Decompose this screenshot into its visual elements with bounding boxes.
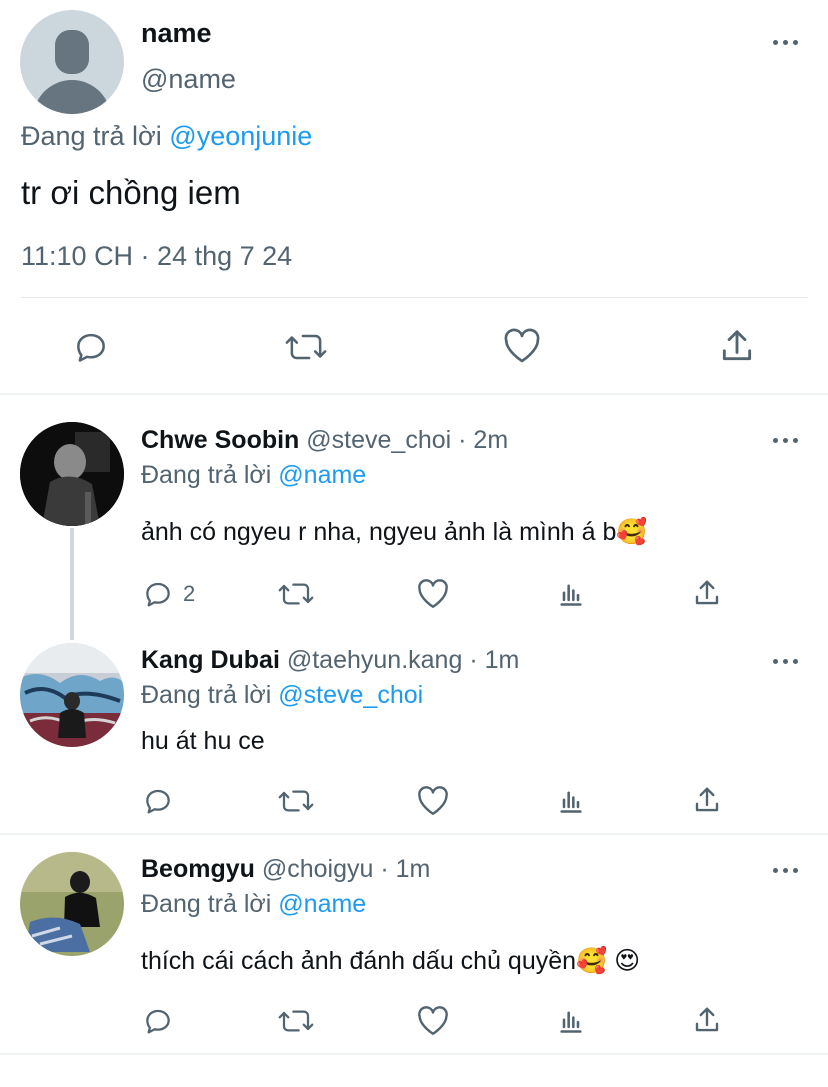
reply-icon[interactable] (142, 785, 174, 817)
replying-to-link[interactable]: @name (278, 890, 366, 918)
more-icon[interactable] (773, 37, 801, 47)
reply-icon[interactable] (142, 1005, 174, 1037)
like-icon[interactable] (416, 785, 450, 817)
replying-prefix: Đang trả lời (141, 681, 272, 709)
share-icon[interactable] (692, 1005, 722, 1035)
more-icon[interactable] (773, 656, 801, 666)
reply-text: thích cái cách ảnh đánh dấu chủ quyền🥰 😍 (141, 947, 641, 975)
analytics-icon[interactable] (556, 787, 586, 815)
like-icon[interactable] (416, 1005, 450, 1037)
reply-handle[interactable]: @choigyu (262, 855, 374, 883)
more-icon[interactable] (773, 865, 801, 875)
avatar[interactable] (20, 10, 124, 114)
reply-time[interactable]: · 1m (469, 646, 519, 674)
replying-to-line: Đang trả lời @steve_choi (141, 681, 423, 710)
main-handle[interactable]: @name (141, 64, 236, 95)
like-icon[interactable] (502, 327, 542, 365)
replying-prefix: Đang trả lời (141, 890, 272, 918)
reply-handle[interactable]: @steve_choi (306, 426, 451, 454)
retweet-icon[interactable] (277, 785, 315, 817)
avatar[interactable] (20, 643, 124, 747)
replying-to-line: Đang trả lời @yeonjunie (21, 121, 312, 152)
avatar[interactable] (20, 852, 124, 956)
retweet-icon[interactable] (277, 1005, 315, 1037)
replying-prefix: Đang trả lời (141, 461, 272, 489)
reply-handle[interactable]: @taehyun.kang (287, 646, 463, 674)
reply-icon[interactable] (142, 578, 174, 610)
more-icon[interactable] (773, 435, 801, 445)
divider (0, 833, 828, 835)
reply-time[interactable]: · 1m (380, 855, 430, 883)
like-icon[interactable] (416, 578, 450, 610)
reply-text: ảnh có ngyeu r nha, ngyeu ảnh là mình á … (141, 518, 648, 546)
divider (0, 393, 828, 395)
analytics-icon[interactable] (556, 580, 586, 608)
reply-display-name[interactable]: Chwe Soobin (141, 426, 299, 454)
replying-to-line: Đang trả lời @name (141, 890, 366, 919)
main-timestamp[interactable]: 11:10 CH · 24 thg 7 24 (21, 241, 292, 272)
main-tweet-text: tr ơi chồng iem (21, 174, 241, 211)
reply-time[interactable]: · 2m (458, 426, 508, 454)
analytics-icon[interactable] (556, 1007, 586, 1035)
reply-icon[interactable] (72, 328, 110, 366)
reply-header: Chwe Soobin @steve_choi · 2m (141, 426, 508, 455)
reply-header: Kang Dubai @taehyun.kang · 1m (141, 646, 519, 675)
divider (21, 297, 808, 298)
replying-to-link[interactable]: @yeonjunie (169, 121, 312, 151)
reply-text: hu át hu ce (141, 727, 265, 755)
retweet-icon[interactable] (277, 578, 315, 610)
reply-header: Beomgyu @choigyu · 1m (141, 855, 430, 884)
thread-line (70, 528, 74, 640)
share-icon[interactable] (718, 327, 756, 365)
share-icon[interactable] (692, 578, 722, 608)
reply-count: 2 (183, 581, 196, 606)
main-display-name[interactable]: name (141, 18, 212, 49)
replying-to-link[interactable]: @name (278, 461, 366, 489)
replying-to-link[interactable]: @steve_choi (278, 681, 423, 709)
retweet-icon[interactable] (284, 328, 328, 366)
replying-to-line: Đang trả lời @name (141, 461, 366, 490)
share-icon[interactable] (692, 785, 722, 815)
reply-display-name[interactable]: Beomgyu (141, 855, 255, 883)
avatar[interactable] (20, 422, 124, 526)
reply-display-name[interactable]: Kang Dubai (141, 646, 280, 674)
divider (0, 1053, 828, 1055)
replying-prefix: Đang trả lời (21, 121, 162, 151)
